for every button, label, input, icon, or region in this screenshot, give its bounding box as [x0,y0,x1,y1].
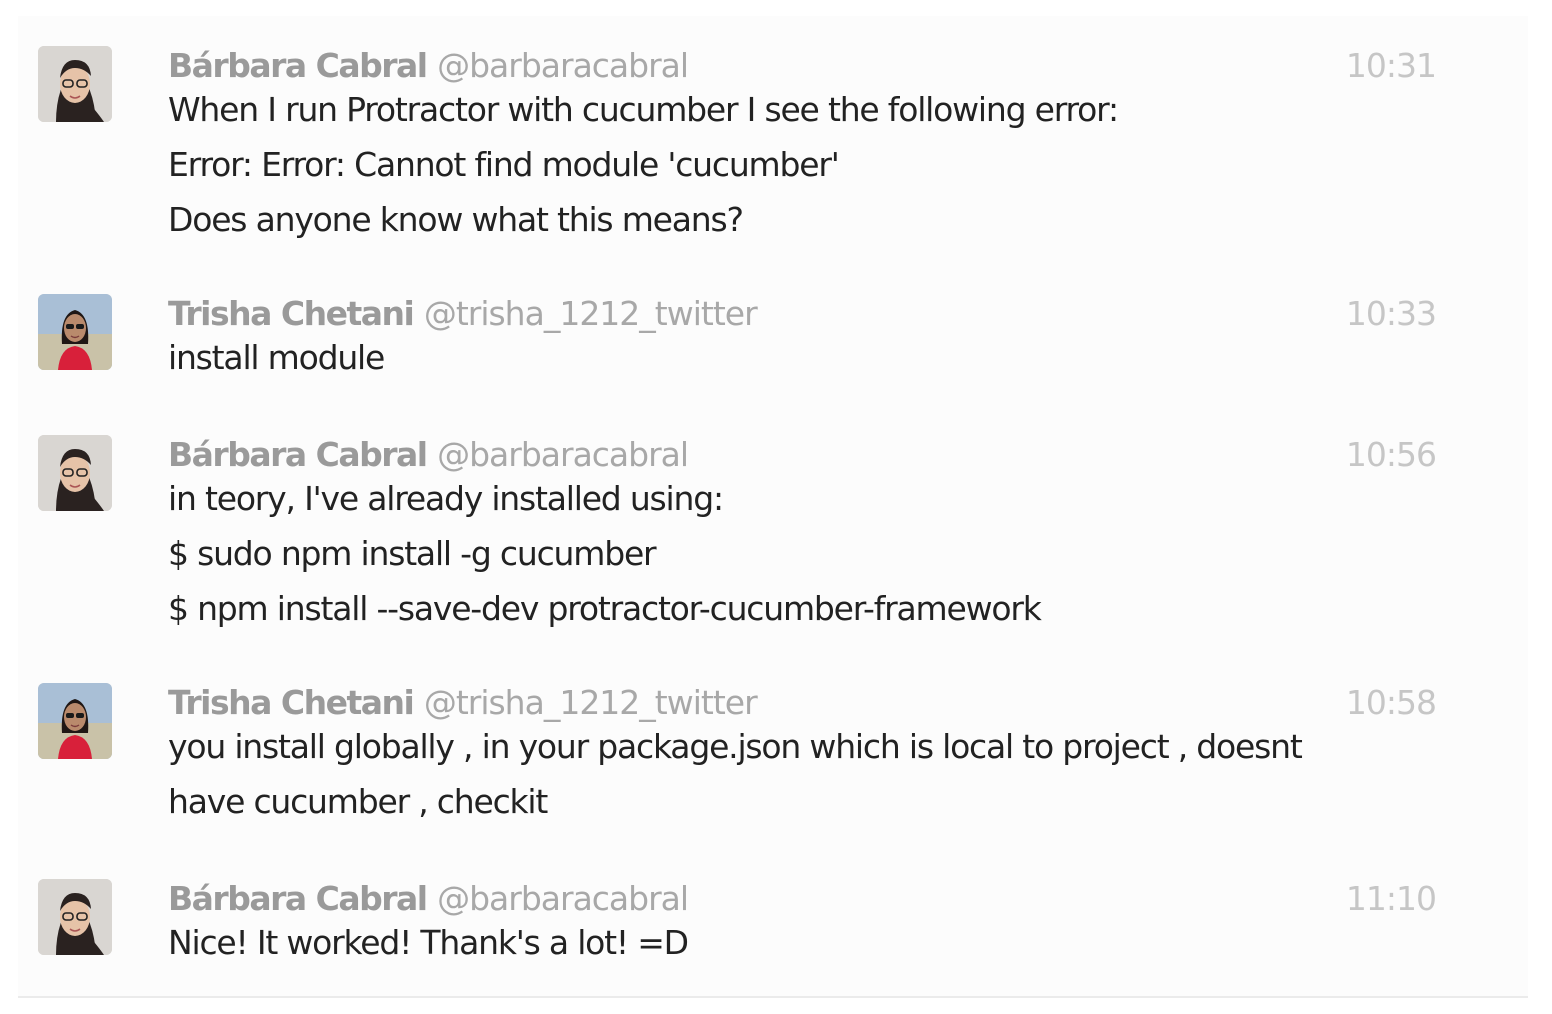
author-name[interactable]: Bárbara Cabral [168,435,428,474]
message-line: Nice! It worked! Thank's a lot! =D [168,923,689,962]
message-body: install module [168,330,1428,385]
message-timestamp[interactable]: 10:56 [1346,435,1437,475]
message-line: When I run Protractor with cucumber I se… [168,90,1119,129]
message-timestamp[interactable]: 11:10 [1346,879,1437,919]
message-timestamp[interactable]: 10:58 [1346,683,1437,723]
message-body: in teory, I've already installed using: … [168,471,1428,636]
author-name[interactable]: Bárbara Cabral [168,46,428,85]
message-header: Bárbara Cabral @barbaracabral [168,879,689,919]
message-header: Bárbara Cabral @barbaracabral [168,46,689,86]
barbara-avatar-icon[interactable] [38,879,112,955]
author-name[interactable]: Trisha Chetani [168,294,415,333]
author-username[interactable]: @barbaracabral [437,879,689,918]
message-line: $ sudo npm install -g cucumber [168,534,657,573]
message-line: have cucumber , checkit [168,782,548,821]
message-header: Bárbara Cabral @barbaracabral [168,435,689,475]
message-line: Error: Error: Cannot find module 'cucumb… [168,145,840,184]
barbara-avatar-icon[interactable] [38,435,112,511]
author-username[interactable]: @barbaracabral [437,46,689,85]
barbara-avatar-icon[interactable] [38,46,112,122]
message-body: When I run Protractor with cucumber I se… [168,82,1428,247]
message-line: in teory, I've already installed using: [168,479,724,518]
author-username[interactable]: @trisha_1212_twitter [424,683,758,722]
message-line: $ npm install --save-dev protractor-cucu… [168,589,1042,628]
message-line: Does anyone know what this means? [168,200,744,239]
author-username[interactable]: @barbaracabral [437,435,689,474]
author-username[interactable]: @trisha_1212_twitter [424,294,758,333]
message-line: you install globally , in your package.j… [168,727,1303,766]
message-body: Nice! It worked! Thank's a lot! =D [168,915,1428,970]
message-body: you install globally , in your package.j… [168,719,1428,829]
message-line: install module [168,338,385,377]
trisha-avatar-icon[interactable] [38,683,112,759]
chat-message-list: Bárbara Cabral @barbaracabral 10:31 When… [18,16,1528,998]
message-timestamp[interactable]: 10:31 [1346,46,1437,86]
trisha-avatar-icon[interactable] [38,294,112,370]
author-name[interactable]: Trisha Chetani [168,683,415,722]
message-timestamp[interactable]: 10:33 [1346,294,1437,334]
author-name[interactable]: Bárbara Cabral [168,879,428,918]
message-header: Trisha Chetani @trisha_1212_twitter [168,683,758,723]
message-header: Trisha Chetani @trisha_1212_twitter [168,294,758,334]
